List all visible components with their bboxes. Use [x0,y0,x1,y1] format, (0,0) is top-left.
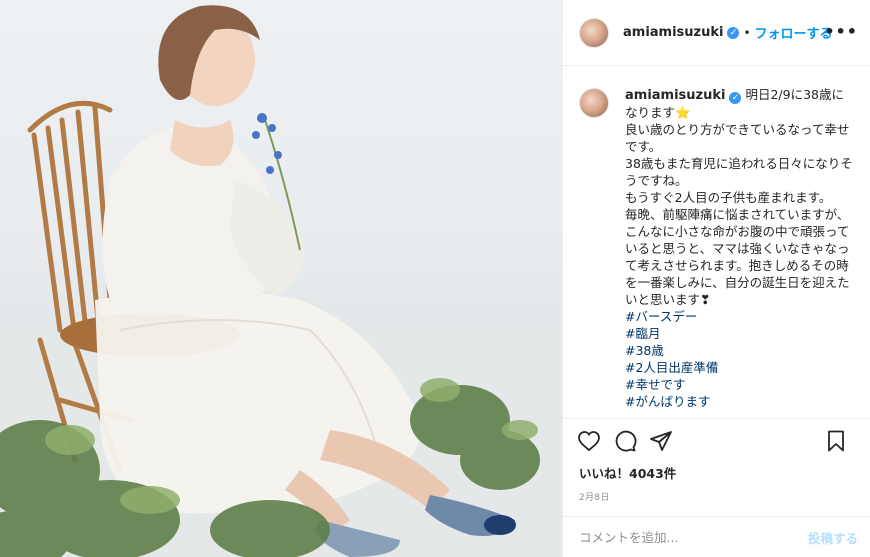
caption-line-3: 38歳もまた育児に追われる日々になりそうですね。 [625,156,853,188]
comment-bar: 投稿する [563,516,870,557]
caption-username[interactable]: amiamisuzuki [625,88,725,103]
post-side-panel: amiamisuzuki ✓ • フォローする ••• amiamisuzuki… [562,0,870,557]
hashtag-link[interactable]: #幸せです [625,376,855,393]
separator-dot: • [743,25,751,40]
avatar[interactable] [579,17,609,48]
username-link[interactable]: amiamisuzuki [623,25,723,40]
heart-icon[interactable] [577,429,601,453]
post-header: amiamisuzuki ✓ • フォローする ••• [563,0,870,66]
more-options-icon[interactable]: ••• [824,22,858,41]
comment-input[interactable] [579,529,808,545]
caption-line-5: 毎晩、前駆陣痛に悩まされていますが、こんなに小さな命がお腹の中で頑張っていると思… [625,207,850,307]
hashtag-link[interactable]: #がんばります [625,393,855,410]
caption-area[interactable]: amiamisuzuki ✓ 明日2/9に38歳になります⭐ 良い歳のとり方ができて… [563,66,870,418]
bookmark-icon[interactable] [824,429,848,453]
post-photo[interactable] [0,0,562,557]
caption-avatar[interactable] [579,88,609,118]
post-date[interactable]: 2月8日 [563,490,870,503]
caption-line-2: 良い歳のとり方ができているなって幸せです。 [625,122,850,154]
hashtag-link[interactable]: #臨月 [625,325,855,342]
share-icon[interactable] [649,429,673,453]
caption-line-4: もうすぐ2人目の子供も産まれます。 [625,190,832,205]
likes-count[interactable]: いいね！4043件 [563,463,870,482]
follow-button[interactable]: フォローする [755,23,833,42]
verified-badge-icon: ✓ [727,26,740,39]
verified-badge-icon: ✓ [729,92,742,104]
post-comment-button[interactable]: 投稿する [808,528,858,547]
hashtag-link[interactable]: #38歳 [625,342,855,359]
comment-icon[interactable] [613,429,637,453]
post-image [0,5,562,557]
hashtag-link[interactable]: #バースデー [625,308,855,325]
hashtag-link[interactable]: #2人目出産準備 [625,359,855,376]
caption-text: amiamisuzuki ✓ 明日2/9に38歳になります⭐ 良い歳のとり方ができて… [625,86,855,410]
